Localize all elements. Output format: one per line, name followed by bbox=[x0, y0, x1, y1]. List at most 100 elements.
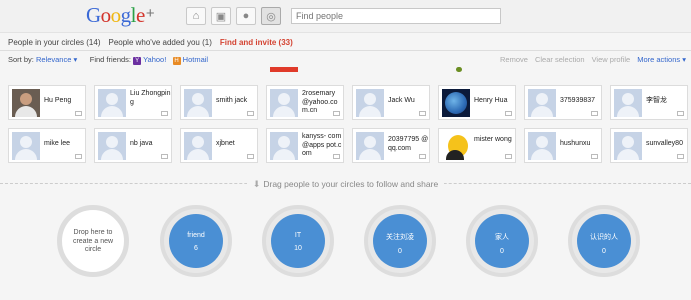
person-name: Hu Peng bbox=[44, 97, 72, 104]
person-card[interactable]: nb java bbox=[94, 128, 172, 163]
circle-it[interactable]: IT 10 bbox=[262, 205, 334, 277]
yahoo-link[interactable]: Yahoo! bbox=[143, 55, 166, 64]
mail-icon bbox=[591, 111, 598, 116]
mail-icon bbox=[505, 154, 512, 159]
person-name: hushunxu bbox=[560, 140, 591, 147]
filter-bar: Sort by: Relevance ▾ Find friends: Y Yah… bbox=[8, 55, 686, 66]
tab-people-in-circles[interactable]: People in your circles (14) bbox=[8, 38, 100, 47]
person-name: Jack Wu bbox=[388, 97, 415, 104]
mail-icon bbox=[677, 111, 684, 116]
circle-inner: 家人 0 bbox=[475, 214, 529, 268]
person-name: 李智龙 bbox=[646, 97, 667, 104]
person-name: mike lee bbox=[44, 140, 71, 147]
circle-acquaintances[interactable]: 认识的人 0 bbox=[568, 205, 640, 277]
circle-inner: 认识的人 0 bbox=[577, 214, 631, 268]
circle-name: 家人 bbox=[495, 234, 509, 241]
circle-friend[interactable]: friend 6 bbox=[160, 205, 232, 277]
remove-action[interactable]: Remove bbox=[500, 55, 528, 64]
person-card[interactable]: sunvalley80 bbox=[610, 128, 688, 163]
person-card[interactable]: mister wong bbox=[438, 128, 516, 163]
mail-icon bbox=[505, 111, 512, 116]
person-name: mister wong bbox=[474, 136, 512, 143]
circle-inner: friend 6 bbox=[169, 214, 223, 268]
clear-selection-action[interactable]: Clear selection bbox=[535, 55, 585, 64]
person-card[interactable]: mike lee bbox=[8, 128, 86, 163]
divider bbox=[0, 50, 691, 51]
down-arrow-icon: ⬇ bbox=[252, 179, 261, 189]
avatar bbox=[614, 132, 642, 160]
mail-icon bbox=[75, 111, 82, 116]
avatar bbox=[356, 89, 384, 117]
tab-bar: People in your circles (14) People who'v… bbox=[8, 38, 293, 47]
person-card[interactable]: Hu Peng bbox=[8, 85, 86, 120]
person-card[interactable]: 20397795 @qq.com bbox=[352, 128, 430, 163]
sort-label: Sort by: bbox=[8, 55, 34, 64]
partial-card-thumb bbox=[456, 67, 462, 72]
circle-name: 关注刘凌 bbox=[386, 234, 414, 241]
circle-family[interactable]: 家人 0 bbox=[466, 205, 538, 277]
mail-icon bbox=[247, 154, 254, 159]
person-card[interactable]: smith jack bbox=[180, 85, 258, 120]
avatar bbox=[442, 89, 470, 117]
people-grid: Hu Peng Liu Zhongping smith jack 2rosema… bbox=[8, 67, 688, 174]
person-card[interactable]: xjbnet bbox=[180, 128, 258, 163]
mail-icon bbox=[161, 111, 168, 116]
person-card[interactable]: 2rosemary @yahoo.co m.cn bbox=[266, 85, 344, 120]
avatar bbox=[98, 132, 126, 160]
person-card[interactable]: Jack Wu bbox=[352, 85, 430, 120]
sort-dropdown[interactable]: Relevance ▾ bbox=[36, 55, 77, 64]
new-circle-drop-zone[interactable]: Drop here to create a new circle bbox=[57, 205, 129, 277]
google-plus-logo[interactable]: Google+ bbox=[86, 3, 155, 28]
person-card[interactable]: Henry Hua bbox=[438, 85, 516, 120]
search-input[interactable] bbox=[291, 8, 501, 24]
mail-icon bbox=[677, 154, 684, 159]
avatar bbox=[270, 89, 298, 117]
person-card[interactable]: hushunxu bbox=[524, 128, 602, 163]
person-name: nb java bbox=[130, 140, 153, 147]
person-name: smith jack bbox=[216, 97, 248, 104]
find-friends-label: Find friends: bbox=[89, 55, 132, 64]
partial-card-thumb bbox=[270, 67, 298, 72]
avatar bbox=[270, 132, 298, 160]
circle-inner: 关注刘凌 0 bbox=[373, 214, 427, 268]
avatar bbox=[184, 89, 212, 117]
drag-text: Drag people to your circles to follow an… bbox=[263, 179, 439, 189]
circle-name: 认识的人 bbox=[590, 234, 618, 241]
avatar bbox=[614, 89, 642, 117]
circles-icon[interactable]: ◎ bbox=[261, 7, 281, 25]
avatar bbox=[528, 132, 556, 160]
avatar bbox=[12, 89, 40, 117]
circle-name: IT bbox=[294, 232, 302, 239]
circle-count: 0 bbox=[602, 248, 606, 255]
circle-count: 0 bbox=[398, 248, 402, 255]
tab-people-who-added-you[interactable]: People who've added you (1) bbox=[108, 38, 211, 47]
person-name: Henry Hua bbox=[474, 97, 508, 104]
tab-find-and-invite[interactable]: Find and invite (33) bbox=[220, 38, 293, 47]
person-card[interactable]: 375939837 bbox=[524, 85, 602, 120]
avatar bbox=[98, 89, 126, 117]
home-icon[interactable]: ⌂ bbox=[186, 7, 206, 25]
person-name: 375939837 bbox=[560, 97, 596, 104]
more-actions-dropdown[interactable]: More actions ▾ bbox=[637, 55, 686, 64]
photos-icon[interactable]: ▣ bbox=[211, 7, 231, 25]
mail-icon bbox=[419, 154, 426, 159]
person-card[interactable]: kanyss- com@apps pot.com bbox=[266, 128, 344, 163]
circle-inner: IT 10 bbox=[271, 214, 325, 268]
mail-icon bbox=[333, 154, 340, 159]
profile-icon[interactable]: ● bbox=[236, 7, 256, 25]
hotmail-link[interactable]: Hotmail bbox=[183, 55, 208, 64]
mail-icon bbox=[333, 111, 340, 116]
avatar bbox=[528, 89, 556, 117]
person-card[interactable]: Liu Zhongping bbox=[94, 85, 172, 120]
avatar bbox=[356, 132, 384, 160]
person-card[interactable]: 李智龙 bbox=[610, 85, 688, 120]
circle-following[interactable]: 关注刘凌 0 bbox=[364, 205, 436, 277]
mail-icon bbox=[75, 154, 82, 159]
mail-icon bbox=[591, 154, 598, 159]
mail-icon bbox=[247, 111, 254, 116]
circle-name: friend bbox=[187, 232, 205, 239]
avatar bbox=[442, 132, 470, 160]
circle-count: 6 bbox=[194, 245, 198, 252]
view-profile-action[interactable]: View profile bbox=[592, 55, 631, 64]
drag-instruction: ⬇ Drag people to your circles to follow a… bbox=[0, 179, 691, 190]
